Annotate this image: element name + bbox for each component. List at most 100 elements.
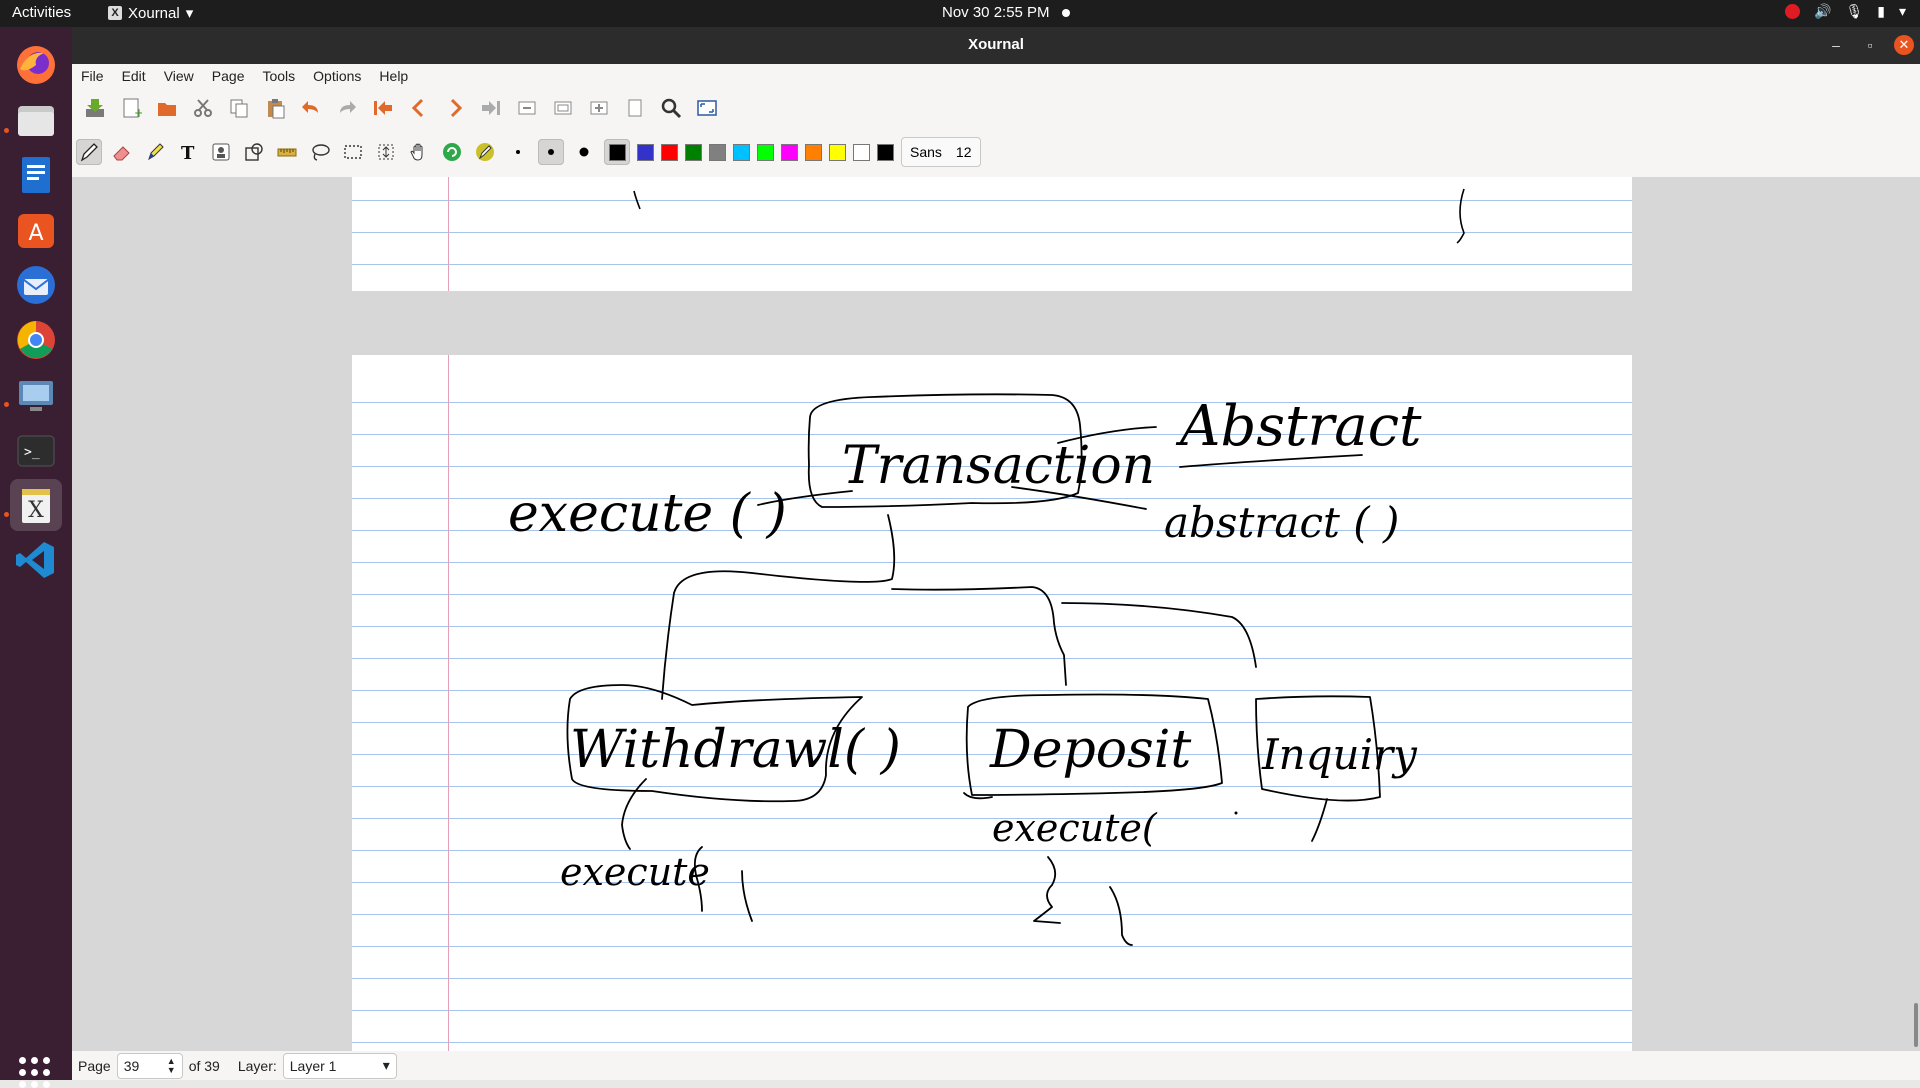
font-selector-button[interactable]: Sans 12 — [901, 137, 981, 167]
clock[interactable]: Nov 30 2:55 PM — [942, 4, 1050, 21]
color-lightgreen-button[interactable] — [757, 143, 774, 161]
color-orange-button[interactable] — [805, 143, 822, 161]
drawing-canvas[interactable]: Transaction Abstract abstract ( ) execut… — [72, 177, 1920, 1051]
volume-icon: 🔊 — [1814, 3, 1832, 19]
thunderbird-icon[interactable] — [10, 259, 62, 311]
color-red-button[interactable] — [661, 143, 678, 161]
color-magenta-button[interactable] — [781, 143, 798, 161]
menu-file[interactable]: File — [72, 64, 113, 89]
menu-page[interactable]: Page — [203, 64, 254, 89]
highlighter-icon[interactable] — [142, 139, 168, 165]
rectangle-select-icon[interactable] — [340, 139, 366, 165]
current-page[interactable]: Transaction Abstract abstract ( ) execut… — [352, 355, 1632, 1051]
show-applications-icon[interactable] — [19, 1057, 50, 1088]
svg-text:>_: >_ — [24, 445, 40, 460]
system-top-bar: Activities X Xournal ▾ Nov 30 2:55 PM 🔊 … — [0, 0, 1920, 27]
running-indicator — [4, 128, 9, 133]
writer-icon[interactable] — [10, 149, 62, 201]
files-icon[interactable] — [10, 94, 62, 146]
ruler-icon[interactable] — [274, 139, 300, 165]
word-inquiry: Inquiry — [1261, 730, 1418, 779]
text-tool-icon[interactable]: T — [175, 139, 201, 165]
thickness-thick-icon[interactable] — [571, 139, 597, 165]
zoom-fit-icon[interactable] — [550, 95, 576, 121]
previous-page[interactable] — [352, 177, 1632, 291]
hand-tool-icon[interactable] — [406, 139, 432, 165]
color-green-button[interactable] — [685, 143, 702, 161]
screenshot-tool-icon[interactable] — [10, 369, 62, 421]
word-execute-left: execute — [560, 850, 710, 894]
activities-button[interactable]: Activities — [12, 4, 71, 21]
paste-icon[interactable] — [262, 95, 288, 121]
svg-text:X: X — [28, 498, 44, 523]
svg-text:T: T — [181, 143, 195, 163]
running-indicator — [4, 512, 9, 517]
previous-page-icon[interactable] — [406, 95, 432, 121]
menu-view[interactable]: View — [155, 64, 203, 89]
last-page-icon[interactable] — [478, 95, 504, 121]
menu-options[interactable]: Options — [304, 64, 370, 89]
fullscreen-icon[interactable] — [694, 95, 720, 121]
zoom-in-icon[interactable] — [586, 95, 612, 121]
redo-icon[interactable] — [334, 95, 360, 121]
vertical-scrollbar[interactable] — [1914, 1003, 1918, 1047]
color-yellow-button[interactable] — [829, 143, 846, 161]
window-titlebar[interactable]: Xournal – ▫ ✕ — [72, 27, 1920, 64]
system-tray[interactable]: 🔊 🎙 ▮ ▾ — [1785, 3, 1906, 20]
layer-value: Layer 1 — [289, 1057, 337, 1074]
menu-help[interactable]: Help — [370, 64, 417, 89]
save-icon[interactable] — [82, 95, 108, 121]
color-black-button[interactable] — [604, 139, 630, 165]
previous-page-ink — [633, 188, 1465, 244]
close-icon[interactable]: ✕ — [1894, 35, 1914, 55]
eraser-icon[interactable] — [109, 139, 135, 165]
dock: A >_ X — [0, 27, 72, 1088]
firefox-icon[interactable] — [10, 39, 62, 91]
xournal-app-icon: X — [108, 6, 122, 20]
first-page-icon[interactable] — [370, 95, 396, 121]
layer-label: Layer: — [237, 1057, 277, 1074]
vertical-space-icon[interactable] — [373, 139, 399, 165]
pen-settings-icon[interactable] — [472, 139, 498, 165]
default-pen-icon[interactable] — [439, 139, 465, 165]
word-transaction: Transaction — [842, 436, 1155, 496]
page-number-value: 39 — [123, 1057, 140, 1074]
new-page-icon[interactable]: + — [118, 95, 144, 121]
layer-selector[interactable]: Layer 1 ▾ — [282, 1052, 397, 1079]
copy-icon[interactable] — [226, 95, 252, 121]
shape-recognizer-icon[interactable] — [241, 139, 267, 165]
color-custom-button[interactable] — [877, 143, 894, 161]
thickness-medium-icon[interactable] — [538, 139, 564, 165]
undo-icon[interactable] — [298, 95, 324, 121]
next-page-icon[interactable] — [442, 95, 468, 121]
font-name: Sans — [910, 144, 942, 160]
menu-tools[interactable]: Tools — [253, 64, 304, 89]
thickness-thin-icon[interactable] — [505, 139, 531, 165]
maximize-icon[interactable]: ▫ — [1860, 35, 1880, 55]
cut-icon[interactable] — [190, 95, 216, 121]
open-folder-icon[interactable] — [154, 95, 180, 121]
zoom-page-icon[interactable] — [622, 95, 648, 121]
app-menu[interactable]: X Xournal ▾ — [108, 4, 193, 22]
terminal-icon[interactable]: >_ — [10, 424, 62, 476]
spinner-arrows-icon[interactable]: ▲ ▼ — [167, 1056, 176, 1075]
word-withdrawl: Withdrawl( ) — [570, 720, 901, 780]
minimize-icon[interactable]: – — [1826, 35, 1846, 55]
xournal-icon[interactable]: X — [10, 479, 62, 531]
page-number-spinner[interactable]: 39 ▲ ▼ — [116, 1052, 183, 1079]
color-white-button[interactable] — [853, 143, 870, 161]
recording-icon[interactable] — [1785, 4, 1801, 19]
color-lightblue-button[interactable] — [733, 143, 750, 161]
tools-toolbar: T Sans 12 — [72, 135, 1920, 169]
chrome-icon[interactable] — [10, 314, 62, 366]
color-blue-button[interactable] — [637, 143, 654, 161]
lasso-select-icon[interactable] — [307, 139, 333, 165]
menu-edit[interactable]: Edit — [113, 64, 155, 89]
search-icon[interactable] — [658, 95, 684, 121]
vscode-icon[interactable] — [10, 534, 62, 586]
image-tool-icon[interactable] — [208, 139, 234, 165]
app-center-icon[interactable]: A — [10, 204, 62, 256]
zoom-out-icon[interactable] — [514, 95, 540, 121]
color-gray-button[interactable] — [709, 143, 726, 161]
pen-tool-icon[interactable] — [76, 139, 102, 165]
